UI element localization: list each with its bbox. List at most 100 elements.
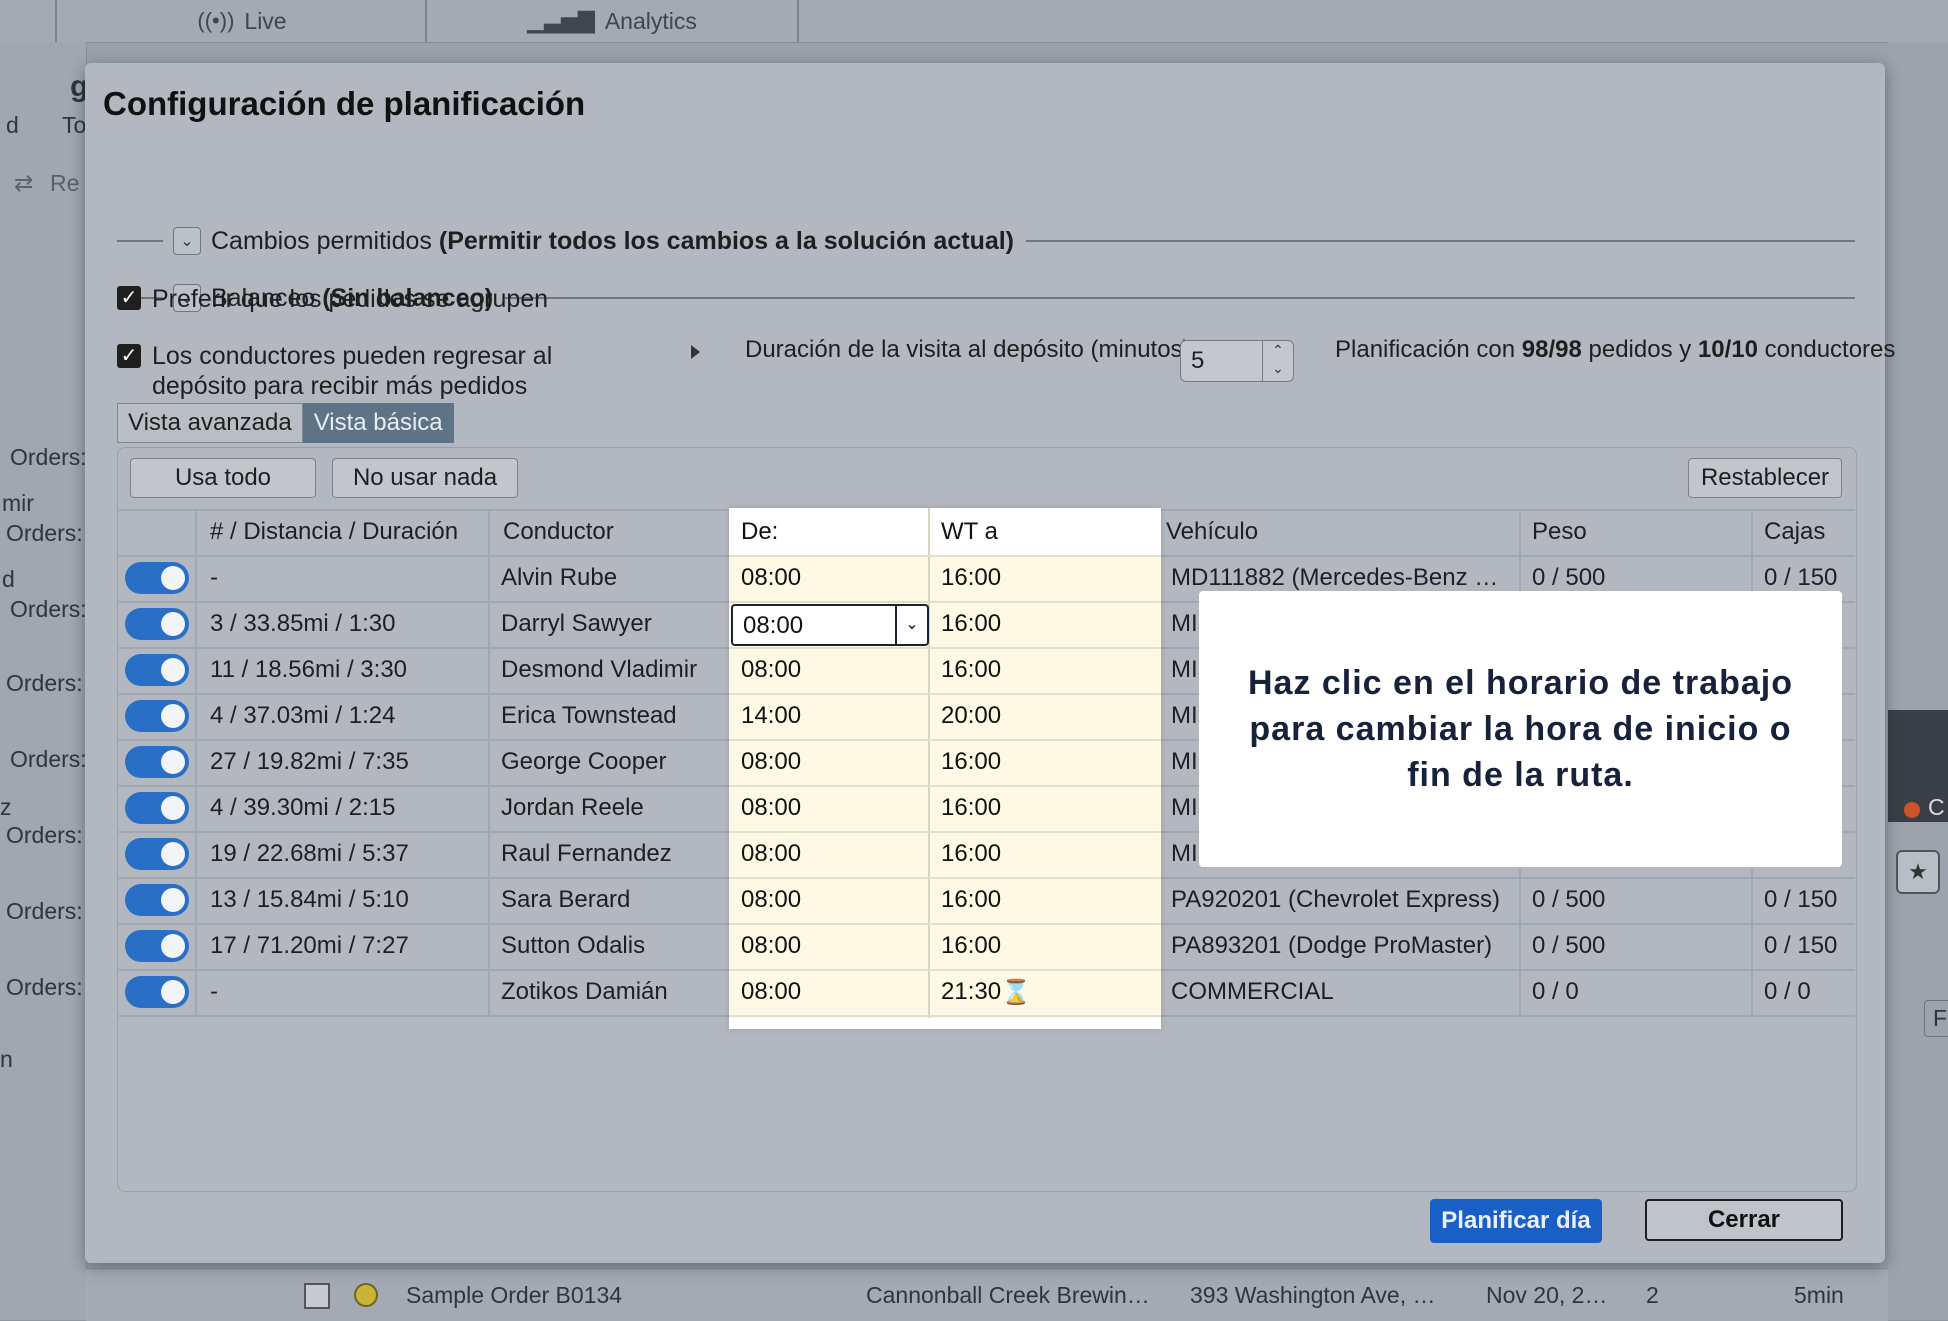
- column-header-from[interactable]: De:: [741, 509, 778, 555]
- plan-status: Planificación con 98/98 pedidos y 10/10 …: [1335, 336, 1896, 363]
- row-stats: 19 / 22.68mi / 5:37: [210, 840, 409, 867]
- start-time-cell[interactable]: 14:00: [741, 693, 801, 739]
- column-header-stats[interactable]: # / Distancia / Duración: [210, 509, 458, 555]
- status-dot-icon: [1904, 802, 1920, 818]
- close-button[interactable]: Cerrar: [1645, 1199, 1843, 1241]
- driver-toggle[interactable]: [125, 746, 189, 778]
- row-vehicle[interactable]: MI: [1171, 785, 1198, 831]
- row-vehicle[interactable]: MI: [1171, 647, 1198, 693]
- chevron-down-icon[interactable]: ⌄: [895, 606, 927, 644]
- row-stats: 3 / 33.85mi / 1:30: [210, 610, 396, 637]
- prefer-grouping-checkbox[interactable]: ✓: [117, 286, 141, 310]
- top-tab-bar: ((•)) Live ▁▃▅▇ Analytics: [0, 0, 1948, 43]
- background-right-panel: C ★ Fi: [1888, 42, 1948, 1320]
- work-time-tooltip: Haz clic en el horario de trabajo para c…: [1199, 591, 1842, 867]
- row-driver: George Cooper: [501, 748, 667, 775]
- start-time-cell[interactable]: 08:00: [741, 647, 801, 693]
- end-time-cell[interactable]: 16:00: [941, 785, 1001, 831]
- row-vehicle[interactable]: COMMERCIAL: [1171, 969, 1334, 1015]
- row-stats: -: [210, 978, 218, 1005]
- row-driver: Desmond Vladimir: [501, 656, 698, 683]
- drivers-return-checkbox[interactable]: ✓: [117, 344, 141, 368]
- start-time-cell[interactable]: 08:00: [741, 877, 801, 923]
- end-time-cell[interactable]: 16:00: [941, 923, 1001, 969]
- row-vehicle[interactable]: PA893201 (Dodge ProMaster): [1171, 923, 1492, 969]
- tab-analytics[interactable]: ▁▃▅▇ Analytics: [425, 0, 799, 42]
- driver-toggle[interactable]: [125, 562, 189, 594]
- column-header-driver[interactable]: Conductor: [503, 509, 614, 555]
- row-vehicle[interactable]: MI: [1171, 739, 1198, 785]
- driver-toggle[interactable]: [125, 700, 189, 732]
- row-driver: Raul Fernandez: [501, 840, 672, 867]
- driver-toggle[interactable]: [125, 792, 189, 824]
- column-header-vehicle[interactable]: Vehículo: [1166, 509, 1258, 555]
- depot-visit-label: Duración de la visita al depósito (minut…: [745, 336, 1198, 363]
- row-driver: Alvin Rube: [501, 564, 618, 591]
- plan-day-button[interactable]: Planificar día: [1430, 1199, 1602, 1243]
- row-boxes: 0 / 150: [1764, 886, 1838, 913]
- order-checkbox[interactable]: [304, 1283, 330, 1309]
- tab-basic-view[interactable]: Vista básica: [302, 403, 454, 443]
- column-header-to[interactable]: WT a: [941, 509, 998, 555]
- modal-title: Configuración de planificación: [103, 85, 586, 122]
- driver-toggle[interactable]: [125, 608, 189, 640]
- driver-toggle[interactable]: [125, 884, 189, 916]
- end-time-cell[interactable]: 21:30 ⌛: [941, 969, 1031, 1015]
- start-time-cell[interactable]: 08:00: [741, 555, 801, 601]
- use-all-button[interactable]: Usa todo: [130, 458, 316, 498]
- row-vehicle[interactable]: MI: [1171, 693, 1198, 739]
- prefer-grouping-label: Preferir que los pedidos se agrupen: [152, 285, 549, 313]
- driver-toggle[interactable]: [125, 930, 189, 962]
- row-stats: 13 / 15.84mi / 5:10: [210, 886, 409, 913]
- depot-visit-stepper[interactable]: ⌃⌄: [1180, 340, 1294, 382]
- row-stats: -: [210, 564, 218, 591]
- chevron-down-icon[interactable]: ⌄: [173, 227, 201, 255]
- start-time-cell[interactable]: 08:00: [741, 969, 801, 1015]
- end-time-cell[interactable]: 16:00: [941, 555, 1001, 601]
- caret-right-icon[interactable]: [691, 345, 700, 359]
- depot-visit-input[interactable]: [1189, 345, 1263, 377]
- column-header-weight[interactable]: Peso: [1532, 509, 1587, 555]
- row-boxes: 0 / 150: [1764, 932, 1838, 959]
- start-time-cell[interactable]: 08:00: [741, 831, 801, 877]
- tab-advanced-view[interactable]: Vista avanzada: [117, 403, 303, 443]
- row-weight: 0 / 0: [1532, 978, 1579, 1005]
- end-time-cell[interactable]: 16:00: [941, 739, 1001, 785]
- column-header-boxes[interactable]: Cajas: [1764, 509, 1825, 555]
- driver-toggle[interactable]: [125, 976, 189, 1008]
- background-sidebar: g d To ⇄ Re Orders: mir Orders: d Orders…: [0, 42, 88, 1320]
- tab-live[interactable]: ((•)) Live: [55, 0, 427, 42]
- end-time-cell[interactable]: 16:00: [941, 601, 1001, 647]
- use-none-button[interactable]: No usar nada: [332, 458, 518, 498]
- section-allowed-changes[interactable]: ⌄ Cambios permitidos (Permitir todos los…: [117, 221, 1855, 261]
- row-vehicle[interactable]: MI: [1171, 831, 1198, 877]
- start-time-cell[interactable]: 08:00: [741, 739, 801, 785]
- row-driver: Sutton Odalis: [501, 932, 646, 959]
- end-time-cell[interactable]: 16:00: [941, 647, 1001, 693]
- row-weight: 0 / 500: [1532, 932, 1606, 959]
- row-vehicle[interactable]: MI: [1171, 601, 1198, 647]
- reset-button[interactable]: Restablecer: [1688, 458, 1842, 498]
- start-time-dropdown[interactable]: 08:00 ⌄: [731, 604, 929, 646]
- row-driver: Jordan Reele: [501, 794, 644, 821]
- row-vehicle[interactable]: PA920201 (Chevrolet Express): [1171, 877, 1500, 923]
- background-order-row[interactable]: Sample Order B0134 Cannonball Creek Brew…: [86, 1268, 1888, 1321]
- row-driver: Zotikos Damián: [501, 978, 668, 1005]
- row-driver: Darryl Sawyer: [501, 610, 652, 637]
- end-time-cell[interactable]: 16:00: [941, 831, 1001, 877]
- start-time-cell[interactable]: 08:00: [741, 923, 801, 969]
- star-icon[interactable]: ★: [1896, 850, 1940, 894]
- order-status-dot-icon: [354, 1283, 378, 1307]
- broadcast-icon: ((•)): [197, 8, 235, 33]
- end-time-cell[interactable]: 20:00: [941, 693, 1001, 739]
- end-time-cell[interactable]: 16:00: [941, 877, 1001, 923]
- row-stats: 11 / 18.56mi / 3:30: [210, 656, 408, 683]
- driver-toggle[interactable]: [125, 838, 189, 870]
- row-boxes: 0 / 0: [1764, 978, 1811, 1005]
- row-stats: 4 / 37.03mi / 1:24: [210, 702, 396, 729]
- repeat-icon: ⇄: [14, 170, 34, 196]
- hourglass-icon: ⌛: [1001, 978, 1031, 1006]
- start-time-cell[interactable]: 08:00: [741, 785, 801, 831]
- stepper-arrows-icon[interactable]: ⌃ ⌄: [1262, 341, 1293, 381]
- driver-toggle[interactable]: [125, 654, 189, 686]
